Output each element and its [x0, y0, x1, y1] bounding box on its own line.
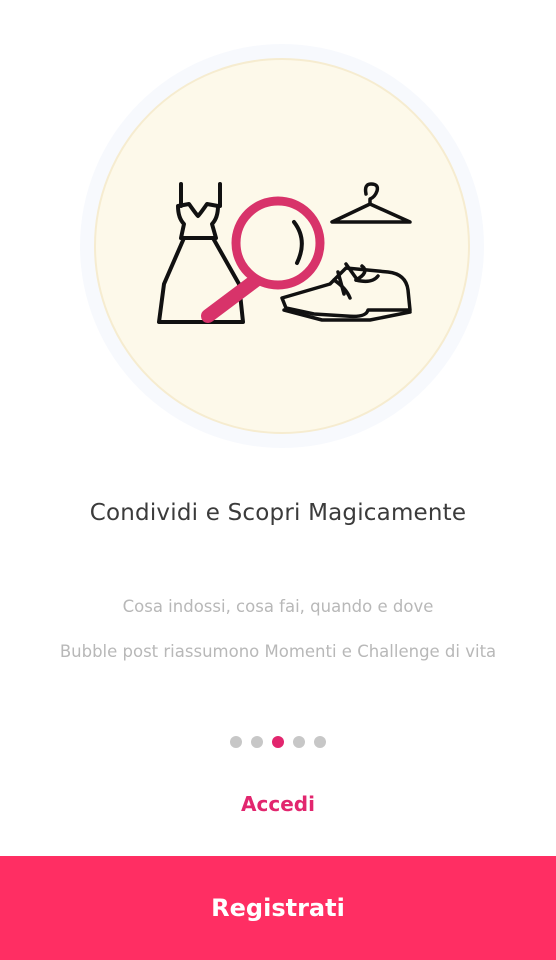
page-dot[interactable] [230, 736, 242, 748]
onboarding-screen: Condividi e Scopri Magicamente Cosa indo… [0, 0, 556, 960]
page-dot-active[interactable] [272, 736, 284, 748]
onboarding-description-line: Bubble post riassumono Momenti e Challen… [59, 642, 497, 661]
illustration [157, 182, 412, 324]
onboarding-description-line: Cosa indossi, cosa fai, quando e dove [122, 597, 434, 616]
onboarding-title: Condividi e Scopri Magicamente [89, 500, 467, 526]
page-indicator [0, 736, 556, 748]
page-dot[interactable] [314, 736, 326, 748]
register-button[interactable]: Registrati [0, 856, 556, 960]
hanger-icon [330, 182, 412, 224]
login-link[interactable]: Accedi [0, 792, 556, 816]
page-dot[interactable] [251, 736, 263, 748]
page-dot[interactable] [293, 736, 305, 748]
